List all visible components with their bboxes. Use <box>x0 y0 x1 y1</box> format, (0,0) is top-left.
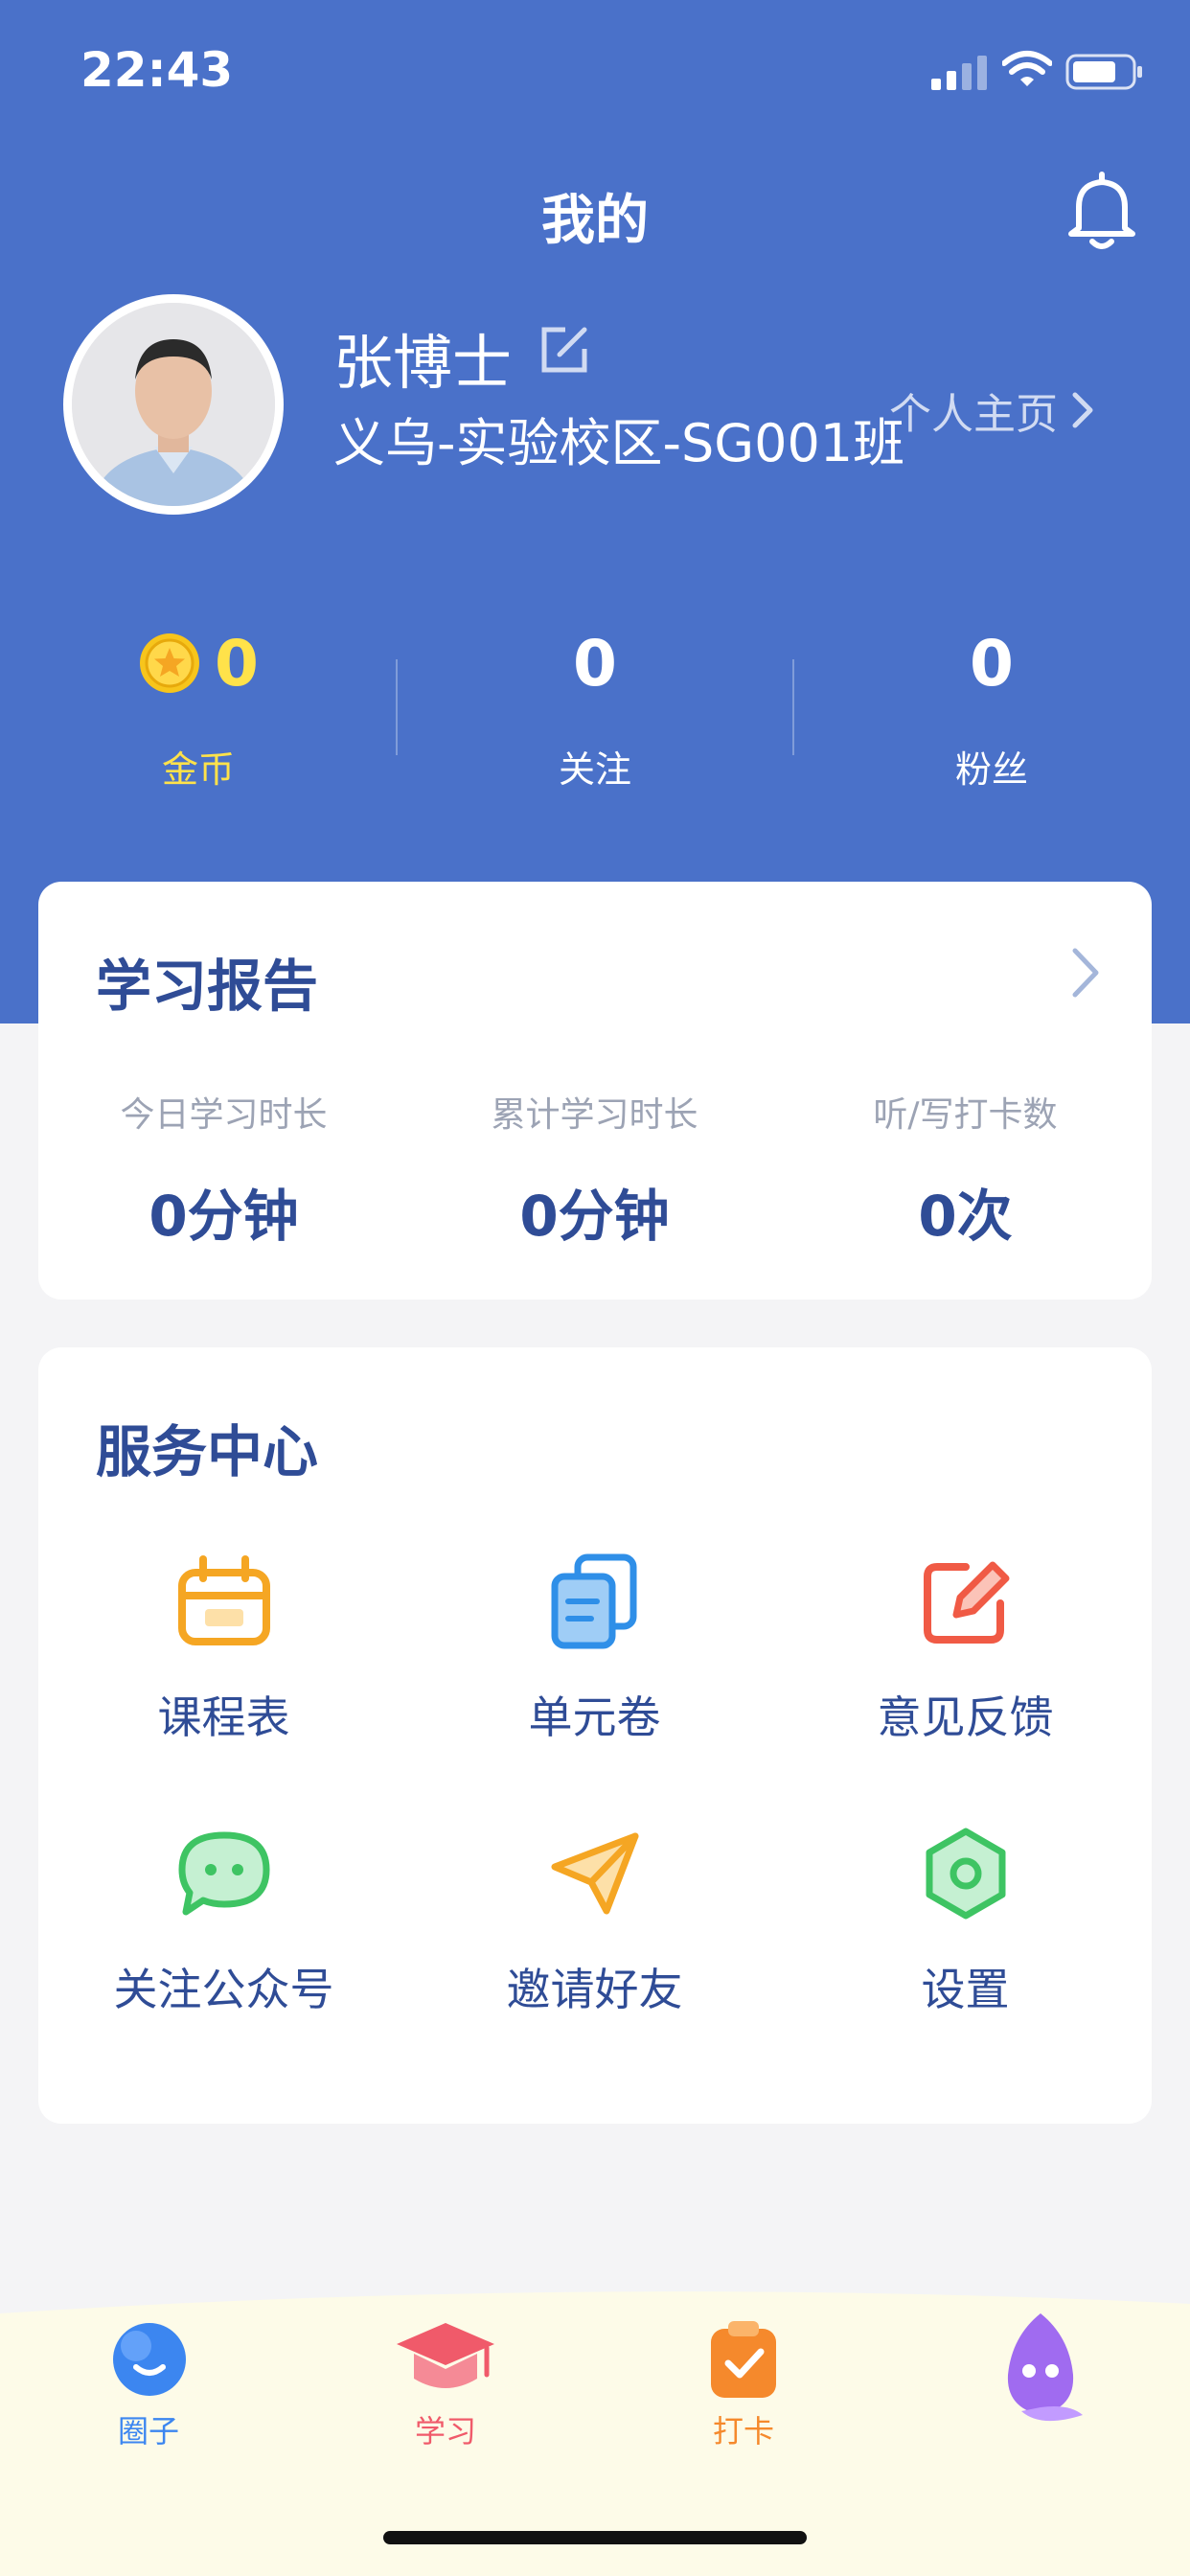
report-item-checkins: 听/写打卡数 0次 <box>780 1087 1151 1252</box>
battery-icon <box>1065 54 1142 90</box>
avatar-photo <box>72 303 275 506</box>
tab-label: 圈子 <box>117 2413 179 2450</box>
status-time: 22:43 <box>80 42 234 98</box>
following-label: 关注 <box>558 748 631 791</box>
chevron-right-icon[interactable] <box>1069 945 1102 1000</box>
wifi-icon <box>1002 51 1052 86</box>
service-unit-test[interactable]: 单元卷 <box>409 1549 780 1746</box>
stat-followers[interactable]: 0 粉丝 <box>793 623 1190 793</box>
tab-check-in[interactable]: 打卡 <box>648 2319 839 2451</box>
report-total-value: 0分钟 <box>519 1184 670 1249</box>
report-today-value: 0分钟 <box>149 1184 299 1249</box>
tab-mascot[interactable] <box>945 2308 1136 2440</box>
service-follow-account[interactable]: 关注公众号 <box>38 1821 409 2018</box>
service-feedback[interactable]: 意见反馈 <box>780 1549 1151 1746</box>
coins-label: 金币 <box>161 748 235 791</box>
study-report-title: 学习报告 <box>96 954 319 1019</box>
page-title: 我的 <box>541 190 649 252</box>
class-name: 义乌-实验校区-SG001班 <box>333 413 905 473</box>
personal-homepage-label: 个人主页 <box>889 390 1058 439</box>
graduation-cap-icon <box>397 2323 494 2388</box>
tab-label: 打卡 <box>712 2413 774 2450</box>
circle-bubble-icon <box>113 2323 186 2396</box>
report-checkins-label: 听/写打卡数 <box>873 1095 1058 1135</box>
documents-icon <box>551 1553 636 1649</box>
report-checkins-value: 0次 <box>918 1184 1013 1249</box>
service-label: 课程表 <box>157 1691 290 1743</box>
service-invite-friends[interactable]: 邀请好友 <box>409 1821 780 2018</box>
service-settings[interactable]: 设置 <box>780 1821 1151 2018</box>
cellular-signal-icon <box>931 56 987 90</box>
study-report-card[interactable]: 学习报告 今日学习时长 0分钟 累计学习时长 0分钟 听/写打卡数 0次 <box>38 882 1152 1300</box>
hexagon-gear-icon <box>926 1828 1005 1920</box>
service-center-card: 服务中心 课程表 单元卷 意见反馈 关注公众号 邀请好友 设置 <box>38 1347 1152 2124</box>
report-item-today: 今日学习时长 0分钟 <box>38 1087 409 1252</box>
edit-feedback-icon <box>923 1561 1009 1644</box>
chevron-right-icon <box>1072 392 1093 428</box>
user-name: 张博士 <box>333 328 513 398</box>
followers-value: 0 <box>970 626 1014 701</box>
tab-label: 学习 <box>414 2413 476 2450</box>
avatar[interactable] <box>63 294 284 515</box>
paper-plane-icon <box>551 1832 638 1915</box>
service-label: 关注公众号 <box>113 1964 334 2015</box>
followers-label: 粉丝 <box>954 748 1028 791</box>
service-label: 设置 <box>921 1964 1010 2015</box>
service-label: 单元卷 <box>528 1691 661 1743</box>
robot-mascot-icon <box>1007 2313 1083 2422</box>
bell-icon[interactable] <box>1065 171 1138 251</box>
edit-name-icon[interactable] <box>538 324 590 376</box>
service-schedule[interactable]: 课程表 <box>38 1549 409 1746</box>
personal-homepage-link[interactable]: 个人主页 <box>889 380 1094 441</box>
home-indicator <box>383 2531 807 2544</box>
coin-icon <box>140 633 200 693</box>
tab-circle[interactable]: 圈子 <box>53 2319 244 2451</box>
service-label: 意见反馈 <box>877 1691 1054 1743</box>
stat-following[interactable]: 0 关注 <box>397 623 793 793</box>
chat-bubble-icon <box>178 1831 269 1916</box>
report-item-total: 累计学习时长 0分钟 <box>409 1087 780 1252</box>
calendar-icon <box>177 1555 270 1645</box>
following-value: 0 <box>573 626 617 701</box>
report-total-label: 累计学习时长 <box>491 1095 698 1135</box>
service-center-title: 服务中心 <box>96 1419 319 1484</box>
tab-study[interactable]: 学习 <box>350 2319 541 2451</box>
stat-coins[interactable]: 0 金币 <box>0 623 397 793</box>
service-label: 邀请好友 <box>506 1964 683 2015</box>
clipboard-check-icon <box>711 2321 776 2398</box>
report-today-label: 今日学习时长 <box>120 1095 328 1135</box>
status-bar: 22:43 <box>0 0 1190 144</box>
coins-value: 0 <box>215 626 259 701</box>
